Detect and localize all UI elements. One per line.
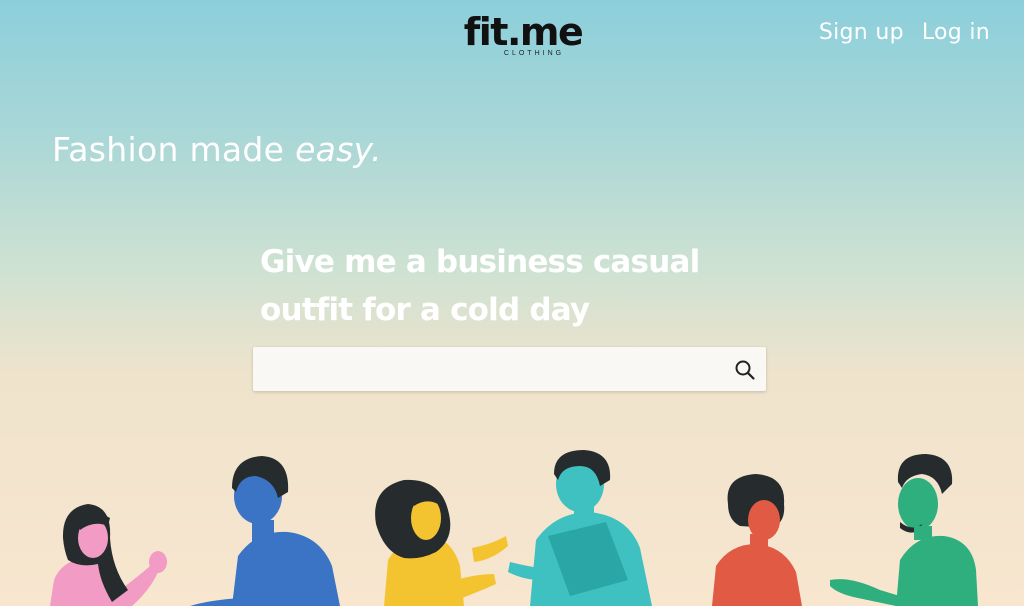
search-bar [253, 347, 766, 391]
signup-link[interactable]: Sign up [819, 20, 904, 45]
tagline-emphasis: easy. [295, 130, 382, 169]
illustration-person-red [712, 474, 802, 606]
brand-logo[interactable]: fit.me CLOTHING [461, 12, 585, 57]
illustration-person-green [830, 454, 978, 606]
people-talking-illustration [50, 450, 978, 606]
brand-name: fit.me [463, 10, 584, 54]
search-input[interactable] [253, 347, 713, 391]
auth-nav: Sign up Log in [819, 20, 990, 45]
search-prompt: Give me a business casual outfit for a c… [260, 244, 700, 328]
illustration-person-blue [190, 456, 340, 606]
illustration-person-teal [508, 450, 652, 606]
illustration-person-yellow [375, 479, 508, 606]
login-link[interactable]: Log in [922, 20, 990, 45]
search-icon[interactable] [734, 359, 756, 381]
tagline-text: Fashion made [52, 130, 296, 169]
illustration-person-pink [50, 504, 167, 606]
hero-tagline: Fashion made easy. [52, 130, 382, 169]
